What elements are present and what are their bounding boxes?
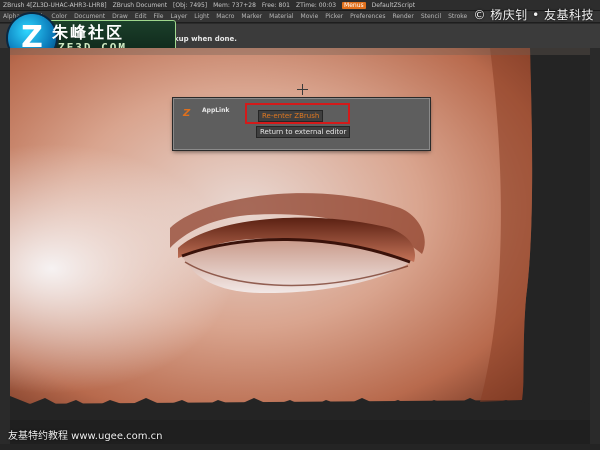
menu-render[interactable]: Render — [392, 13, 413, 20]
menu-light[interactable]: Light — [194, 13, 209, 20]
ztime-status: ZTime: 00:03 — [296, 1, 337, 9]
mem-status: Mem: 737+28 — [213, 1, 256, 9]
shelf-note: kup when done. — [174, 35, 237, 43]
menu-macro[interactable]: Macro — [216, 13, 234, 20]
cursor-crosshair-icon — [297, 84, 308, 95]
left-tray — [0, 48, 10, 444]
menus-button[interactable]: Menus — [342, 1, 366, 9]
menu-stencil[interactable]: Stencil — [421, 13, 441, 20]
app-title: ZBrush 4[ZL3D-UHAC-AHR3-LHR8] — [3, 1, 107, 9]
document-title: ZBrush Document — [112, 1, 168, 9]
logo-cn-text: 朱峰社区 — [52, 23, 125, 42]
menu-marker[interactable]: Marker — [241, 13, 262, 20]
highlight-box — [245, 103, 350, 124]
return-to-external-editor-button[interactable]: Return to external editor — [256, 126, 351, 138]
bottom-tray — [0, 444, 600, 450]
author-watermark: © 杨庆钊 • 友基科技 — [473, 8, 594, 22]
ghost-toolbar — [10, 48, 590, 55]
default-zscript-button[interactable]: DefaultZScript — [372, 2, 415, 9]
menu-preferences[interactable]: Preferences — [350, 13, 385, 20]
zbrush-logo-icon: Z — [183, 108, 190, 119]
menu-picker[interactable]: Picker — [325, 13, 343, 20]
menu-movie[interactable]: Movie — [301, 13, 319, 20]
right-tray — [590, 48, 600, 444]
free-status: Free: 801 — [261, 1, 291, 9]
zbrush-logo-letter: Z — [183, 108, 191, 119]
menu-material[interactable]: Material — [269, 13, 293, 20]
obj-count: [Obj: 7495] — [173, 1, 208, 9]
menu-stroke[interactable]: Stroke — [448, 13, 467, 20]
footer-watermark: 友基特约教程 www.ugee.com.cn — [8, 431, 163, 442]
applink-title: AppLink — [202, 107, 230, 114]
